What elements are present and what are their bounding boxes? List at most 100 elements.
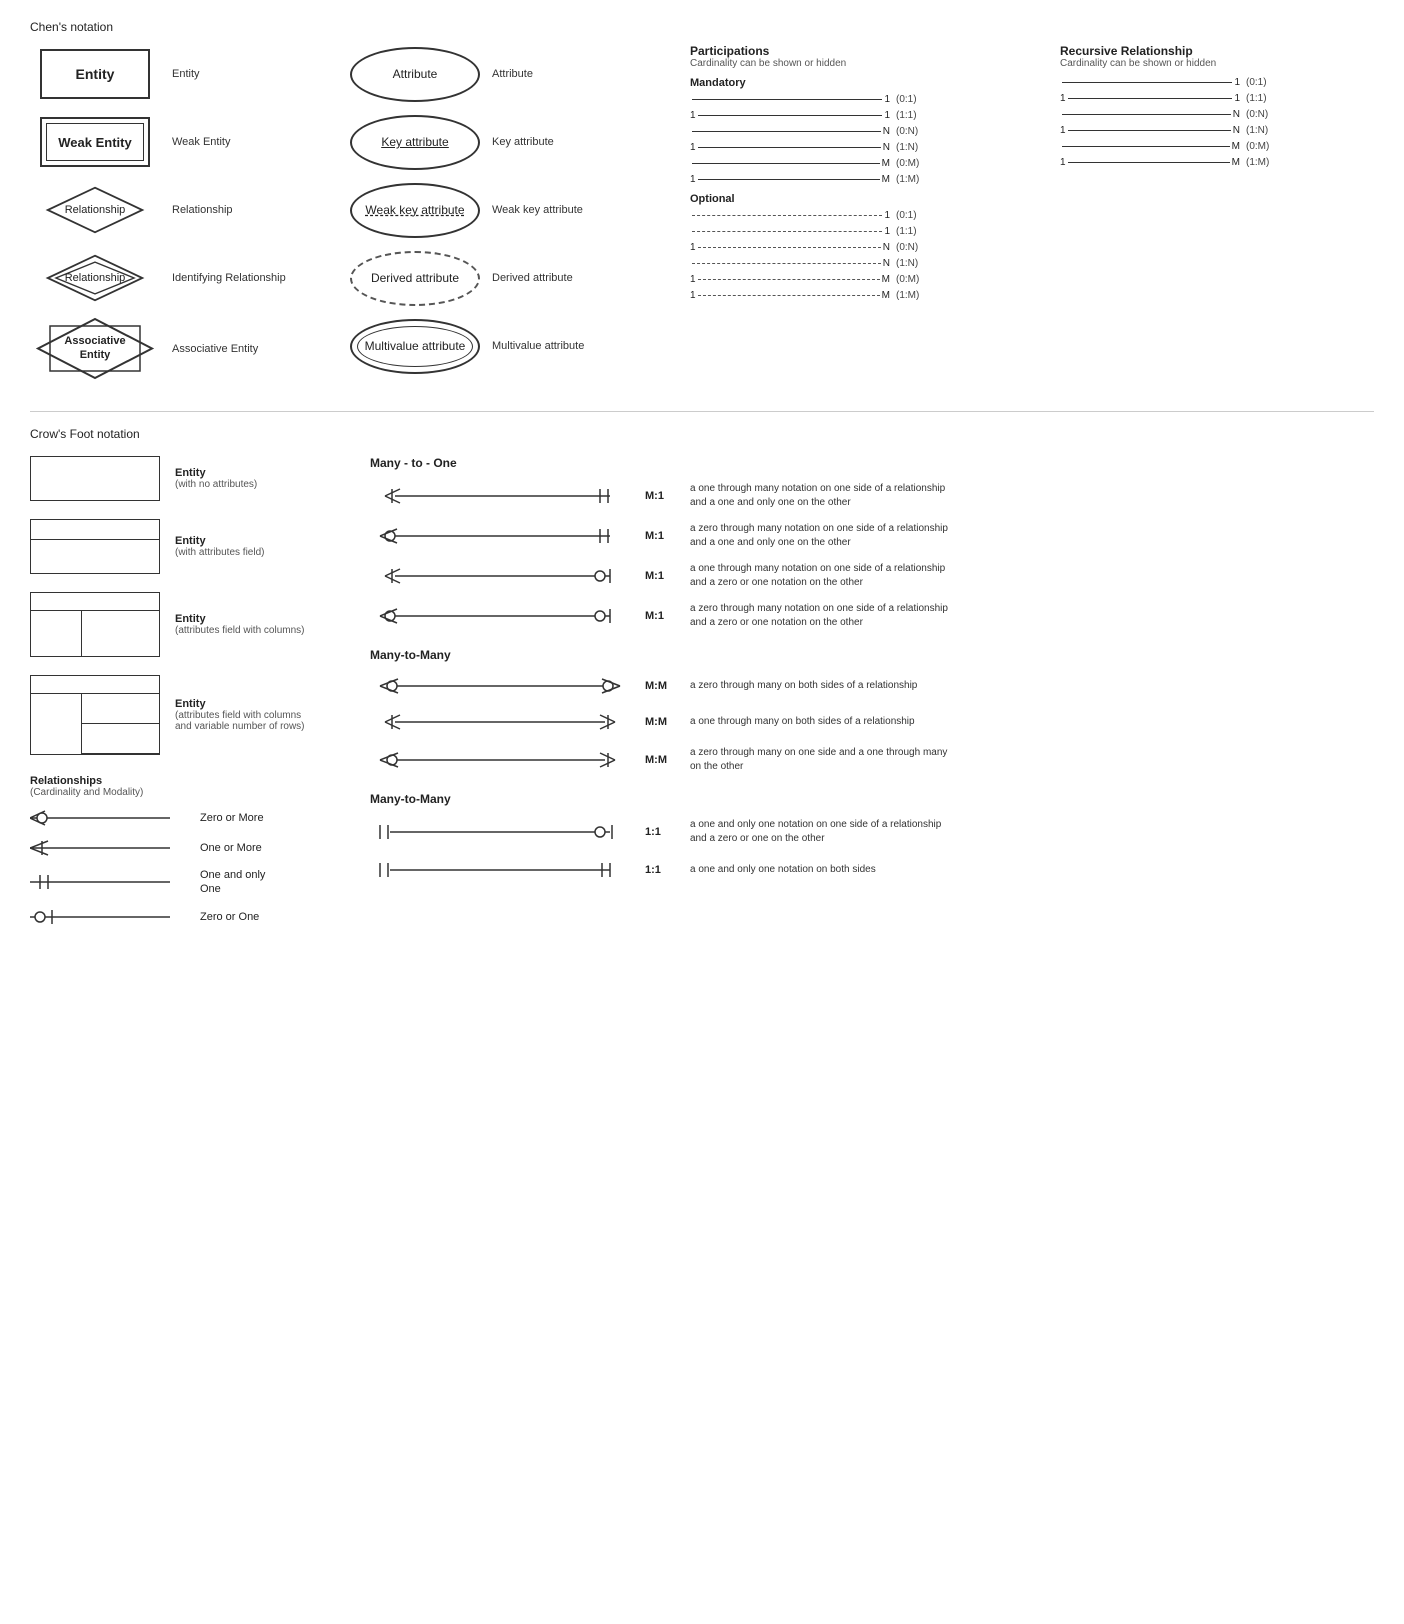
multivalue-attr-shape-container: Multivalue attribute: [350, 319, 480, 374]
mandatory-label: Mandatory: [690, 77, 1030, 89]
part-opt-num-right-5: M: [882, 274, 890, 285]
entity-shape-container: Entity: [30, 49, 160, 99]
rec-line-container-3: N: [1060, 109, 1240, 120]
rec-line-container-6: 1 M: [1060, 157, 1240, 168]
part-mandatory-row-3: N (0:N): [690, 126, 1030, 137]
optional-label: Optional: [690, 193, 1030, 205]
rec-solid-line-5: [1062, 146, 1230, 148]
part-label-4: (1:N): [896, 142, 918, 153]
part-opt-line-1: 1: [690, 210, 890, 221]
rec-solid-line-1: [1062, 82, 1232, 84]
dashed-line-6: [698, 295, 880, 297]
crows-var-row2: [82, 724, 159, 754]
part-line-3: N: [690, 126, 890, 137]
rec-solid-line-6: [1068, 162, 1230, 164]
m1-desc-1: a one through many notation on one side …: [690, 482, 945, 510]
crows-entity-with-cols-sub: (attributes field with columns): [175, 625, 305, 636]
part-opt-label-4: (1:N): [896, 258, 918, 269]
weak-entity-shape: Weak Entity: [40, 117, 150, 167]
part-optional-row-5: 1 M (0:M): [690, 274, 1030, 285]
rec-num-left-2: 1: [1060, 93, 1066, 104]
part-opt-num-left-3: 1: [690, 242, 696, 253]
m1-row-4: M:1 a zero through many notation on one …: [370, 602, 1374, 630]
crows-cols-header: [31, 593, 159, 611]
crows-rel-sub: (Cardinality and Modality): [30, 787, 340, 798]
part-opt-num-right-4: N: [883, 258, 890, 269]
oo-desc-2: a one and only one notation on both side…: [690, 863, 876, 877]
chens-attribute-item: Attribute Attribute: [350, 44, 680, 104]
m1-row-3: M:1 a one through many notation on one s…: [370, 562, 1374, 590]
rec-row-4: 1 N (1:N): [1060, 125, 1340, 136]
part-opt-num-left-6: 1: [690, 290, 696, 301]
part-mandatory-row-6: 1 M (1:M): [690, 174, 1030, 185]
key-attr-shape: Key attribute: [350, 115, 480, 170]
mm-label-3: M:M: [645, 754, 675, 766]
crows-entity-no-attr-title: Entity: [175, 467, 257, 479]
m1-desc-3: a one through many notation on one side …: [690, 562, 945, 590]
entity-desc: Entity: [172, 68, 350, 80]
attribute-desc: Attribute: [492, 68, 680, 80]
part-num-left-2: 1: [690, 110, 696, 121]
crows-entity-with-cols-label: Entity (attributes field with columns): [175, 613, 305, 636]
one-only-symbol: [30, 872, 190, 892]
part-opt-num-right-3: N: [883, 242, 890, 253]
part-opt-num-left-5: 1: [690, 274, 696, 285]
m1-row-1: M:1 a one through many notation on one s…: [370, 482, 1374, 510]
part-line-6: 1 M: [690, 174, 890, 185]
crows-entity-no-attr-shape: [30, 456, 160, 501]
part-line-1: 1: [690, 94, 890, 105]
id-relationship-shape-container: Relationship: [30, 253, 160, 303]
crows-rel-one-more: One or More: [30, 838, 340, 858]
part-num-right-4: N: [883, 142, 890, 153]
chens-title: Chen's notation: [30, 20, 1374, 34]
crows-entity-with-attr-sub: (with attributes field): [175, 547, 264, 558]
crows-title: Crow's Foot notation: [30, 427, 1374, 441]
crows-section: Crow's Foot notation Entity (with no att…: [30, 411, 1374, 937]
rec-label-4: (1:N): [1246, 125, 1268, 136]
rec-num-right-2: 1: [1234, 93, 1240, 104]
id-relationship-desc: Identifying Relationship: [172, 272, 350, 284]
crows-rel-one-only: One and onlyOne: [30, 868, 340, 897]
m1-label-3: M:1: [645, 570, 675, 582]
part-num-right-2: 1: [884, 110, 890, 121]
multivalue-attr-shape: Multivalue attribute: [350, 319, 480, 374]
mm-row-1: M:M a zero through many on both sides of…: [370, 674, 1374, 698]
rec-row-1: 1 (0:1): [1060, 77, 1340, 88]
rec-line-container-1: 1: [1060, 77, 1240, 88]
derived-attr-shape-label: Derived attribute: [371, 271, 459, 285]
relationship-shape-label: Relationship: [65, 204, 126, 216]
rec-num-left-6: 1: [1060, 157, 1066, 168]
part-mandatory-row-4: 1 N (1:N): [690, 142, 1030, 153]
rec-label-2: (1:1): [1246, 93, 1267, 104]
crows-var-header: [31, 676, 159, 694]
rec-row-3: N (0:N): [1060, 109, 1340, 120]
part-num-right-1: 1: [884, 94, 890, 105]
part-opt-line-6: 1 M: [690, 290, 890, 301]
part-label-1: (0:1): [896, 94, 917, 105]
multivalue-attr-shape-label: Multivalue attribute: [365, 339, 466, 353]
part-opt-label-5: (0:M): [896, 274, 919, 285]
crows-entity-with-var: Entity (attributes field with columns an…: [30, 675, 340, 755]
rec-num-right-3: N: [1233, 109, 1240, 120]
crows-entity-with-attr: Entity (with attributes field): [30, 519, 340, 574]
rec-num-right-5: M: [1232, 141, 1240, 152]
crows-entity-with-var-label: Entity (attributes field with columns an…: [175, 698, 305, 732]
participations-subtitle: Cardinality can be shown or hidden: [690, 58, 1030, 69]
oo-desc-1: a one and only one notation on one side …: [690, 818, 941, 846]
oo-label-1: 1:1: [645, 826, 675, 838]
derived-attr-shape-container: Derived attribute: [350, 251, 480, 306]
mm-desc-3: a zero through many on one side and a on…: [690, 746, 947, 774]
participations-col: Participations Cardinality can be shown …: [690, 44, 1030, 306]
rec-row-6: 1 M (1:M): [1060, 157, 1340, 168]
crows-var-col2: [82, 694, 159, 754]
crows-entity-with-attr-label: Entity (with attributes field): [175, 535, 264, 558]
crows-right-col: Many - to - One M:1 a one through m: [370, 456, 1374, 894]
crows-entity-with-var-title: Entity: [175, 698, 305, 710]
rec-num-right-1: 1: [1234, 77, 1240, 88]
chens-weak-key-attr-item: Weak key attribute Weak key attribute: [350, 180, 680, 240]
rec-num-right-4: N: [1233, 125, 1240, 136]
many-to-one-title: Many - to - One: [370, 456, 1374, 470]
part-optional-row-1: 1 (0:1): [690, 210, 1030, 221]
key-attr-desc: Key attribute: [492, 136, 680, 148]
chens-relationship-item: Relationship Relationship: [30, 180, 350, 240]
